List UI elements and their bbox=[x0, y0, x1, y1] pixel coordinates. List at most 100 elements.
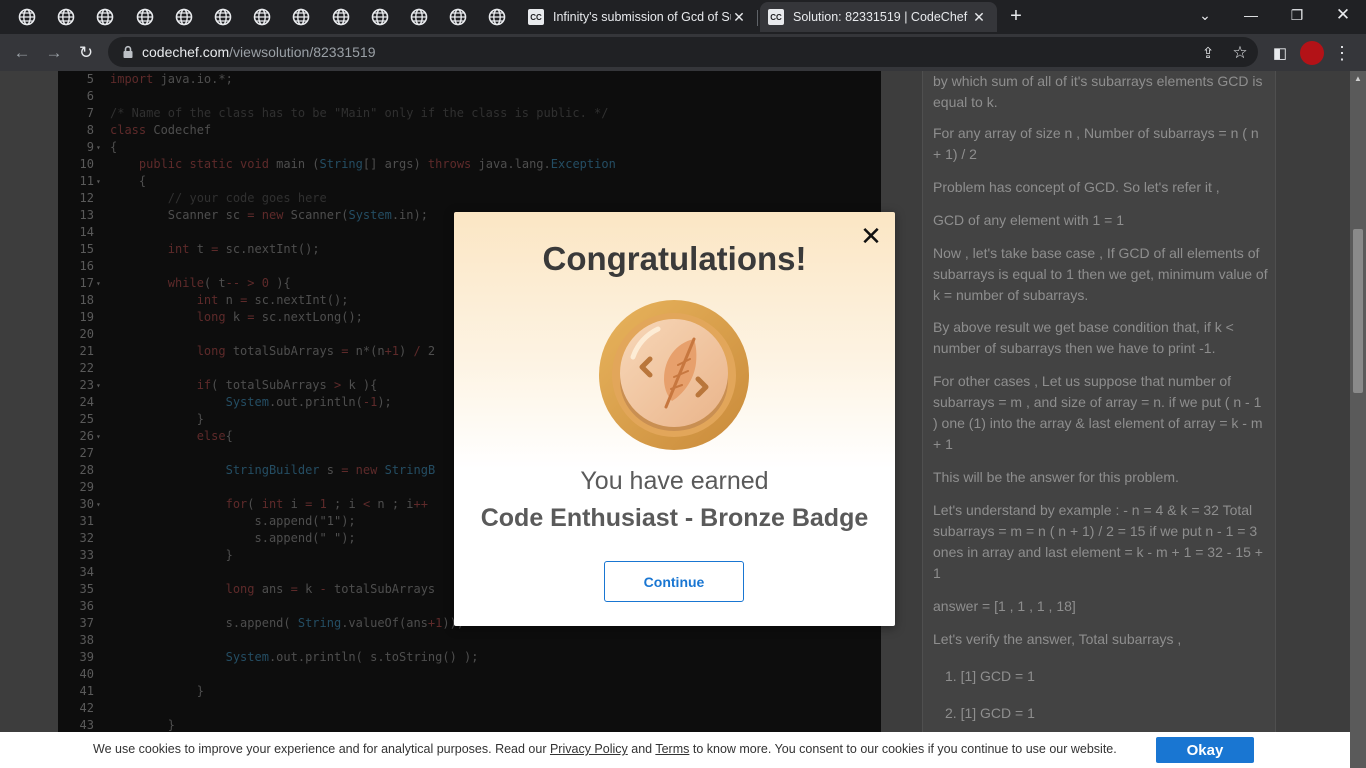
terms-link[interactable]: Terms bbox=[655, 742, 689, 756]
badge-earned-modal: ✕ Congratulations! You have earned Code … bbox=[454, 212, 895, 626]
line-number: 22 bbox=[79, 361, 94, 375]
code-text: for( int i = 1 ; i < n ; i++ bbox=[225, 497, 428, 511]
explanation-paragraph: by which sum of all of it's subarrays el… bbox=[933, 73, 1263, 110]
scroll-up-arrow-icon[interactable]: ▲ bbox=[1350, 71, 1366, 87]
explanation-paragraph: Now , let's take base case , If GCD of a… bbox=[933, 245, 1268, 303]
globe-tab-icon[interactable] bbox=[18, 8, 36, 26]
line-number: 12 bbox=[79, 191, 94, 205]
line-number: 8 bbox=[86, 123, 94, 137]
line-number: 30 bbox=[79, 497, 94, 511]
line-number: 21 bbox=[79, 344, 94, 358]
okay-button[interactable]: Okay bbox=[1156, 737, 1254, 763]
new-tab-button[interactable]: + bbox=[1005, 5, 1027, 27]
code-line: 7 /* Name of the class has to be "Main" o… bbox=[58, 105, 881, 122]
fold-arrow-icon[interactable]: ▾ bbox=[96, 139, 101, 156]
scroll-thumb[interactable] bbox=[1353, 229, 1363, 393]
globe-tab-icon[interactable] bbox=[292, 8, 310, 26]
fold-arrow-icon[interactable]: ▾ bbox=[96, 275, 101, 292]
code-text: Scanner sc = new Scanner(System.in); bbox=[110, 208, 428, 222]
code-text: int t = sc.nextInt(); bbox=[167, 242, 320, 256]
code-text: if( totalSubArrays > k ){ bbox=[196, 378, 378, 392]
line-number: 31 bbox=[79, 514, 94, 528]
code-text: StringBuilder s = new StringB bbox=[225, 463, 436, 477]
line-number: 29 bbox=[79, 480, 94, 494]
tab-search-chevron-icon[interactable]: ⌄ bbox=[1182, 0, 1228, 30]
share-icon[interactable]: ⇪ bbox=[1196, 41, 1220, 65]
line-number: 42 bbox=[79, 701, 94, 715]
line-number: 10 bbox=[79, 157, 94, 171]
restore-button[interactable]: ❐ bbox=[1274, 0, 1320, 30]
globe-tab-icon[interactable] bbox=[214, 8, 232, 26]
menu-kebab-icon[interactable]: ⋮ bbox=[1330, 41, 1354, 65]
close-tab-icon[interactable]: ✕ bbox=[731, 9, 747, 26]
list-item: 2. [1] GCD = 1 bbox=[945, 705, 1035, 721]
code-text: long ans = k - totalSubArrays bbox=[225, 582, 436, 596]
line-number: 20 bbox=[79, 327, 94, 341]
code-text: public static void main (String[] args) … bbox=[138, 157, 616, 171]
tab-title: Infinity's submission of Gcd of Su bbox=[553, 10, 731, 24]
line-number: 25 bbox=[79, 412, 94, 426]
codechef-favicon-icon: CC bbox=[528, 9, 544, 25]
globe-tab-icon[interactable] bbox=[449, 8, 467, 26]
line-number: 23 bbox=[79, 378, 94, 392]
line-number: 7 bbox=[86, 106, 94, 120]
code-text: /* Name of the class has to be "Main" on… bbox=[110, 106, 609, 120]
line-number: 17 bbox=[79, 276, 94, 290]
code-line: 5 import java.io.*; bbox=[58, 71, 881, 88]
explanation-paragraph: Let's understand by example : - n = 4 & … bbox=[933, 502, 1263, 581]
profile-avatar[interactable] bbox=[1300, 41, 1324, 65]
globe-tab-icon[interactable] bbox=[96, 8, 114, 26]
explanation-paragraph: This will be the answer for this problem… bbox=[933, 469, 1179, 485]
badge-name: Code Enthusiast - Bronze Badge bbox=[480, 504, 869, 532]
code-line: 11 ▾ { bbox=[58, 173, 881, 190]
globe-tab-icon[interactable] bbox=[332, 8, 350, 26]
back-arrow-icon[interactable]: ← bbox=[10, 41, 34, 65]
solution-explanation: by which sum of all of it's subarrays el… bbox=[922, 71, 1276, 768]
line-number: 11 bbox=[79, 174, 94, 188]
page-scrollbar[interactable]: ▲ bbox=[1350, 71, 1366, 768]
globe-tab-icon[interactable] bbox=[175, 8, 193, 26]
globe-tab-icon[interactable] bbox=[410, 8, 428, 26]
globe-tab-icon[interactable] bbox=[253, 8, 271, 26]
cookie-banner: We use cookies to improve your experienc… bbox=[0, 732, 1350, 768]
fold-arrow-icon[interactable]: ▾ bbox=[96, 428, 101, 445]
globe-tab-icon[interactable] bbox=[371, 8, 389, 26]
continue-button[interactable]: Continue bbox=[604, 561, 744, 602]
forward-arrow-icon[interactable]: → bbox=[42, 41, 66, 65]
line-number: 6 bbox=[86, 89, 94, 103]
bookmark-star-icon[interactable]: ☆ bbox=[1228, 41, 1252, 65]
globe-tab-icon[interactable] bbox=[136, 8, 154, 26]
side-panel-icon[interactable]: ◧ bbox=[1268, 41, 1292, 65]
close-tab-icon[interactable]: ✕ bbox=[971, 9, 987, 26]
code-text: { bbox=[110, 140, 118, 154]
close-window-button[interactable]: ✕ bbox=[1320, 0, 1366, 30]
code-text: long totalSubArrays = n*(n+1) / 2 bbox=[196, 344, 436, 358]
browser-tab-strip: CC Infinity's submission of Gcd of Su ✕ … bbox=[0, 0, 1366, 34]
line-number: 40 bbox=[79, 667, 94, 681]
url-host: codechef.com bbox=[142, 44, 230, 60]
explanation-paragraph: For other cases , Let us suppose that nu… bbox=[933, 373, 1263, 452]
globe-tab-icon[interactable] bbox=[57, 8, 75, 26]
cookie-text-and: and bbox=[627, 742, 656, 756]
reload-icon[interactable]: ↻ bbox=[74, 41, 98, 65]
tab-submission[interactable]: CC Infinity's submission of Gcd of Su ✕ bbox=[520, 2, 757, 32]
code-text: { bbox=[110, 174, 147, 188]
line-number: 14 bbox=[79, 225, 94, 239]
minimize-button[interactable]: — bbox=[1228, 0, 1274, 30]
code-text: else{ bbox=[196, 429, 233, 443]
line-number: 37 bbox=[79, 616, 94, 630]
code-line: 6 bbox=[58, 88, 881, 105]
fold-arrow-icon[interactable]: ▾ bbox=[96, 496, 101, 513]
code-text: // your code goes here bbox=[167, 191, 327, 205]
privacy-policy-link[interactable]: Privacy Policy bbox=[550, 742, 628, 756]
fold-arrow-icon[interactable]: ▾ bbox=[96, 377, 101, 394]
bronze-badge-icon bbox=[599, 300, 749, 450]
globe-tab-icon[interactable] bbox=[488, 8, 506, 26]
code-line: 42 bbox=[58, 700, 881, 717]
line-number: 18 bbox=[79, 293, 94, 307]
code-line: 12 // your code goes here bbox=[58, 190, 881, 207]
address-bar[interactable]: codechef.com/viewsolution/82331519 bbox=[108, 37, 1258, 67]
fold-arrow-icon[interactable]: ▾ bbox=[96, 173, 101, 190]
tab-solution[interactable]: CC Solution: 82331519 | CodeChef ✕ bbox=[760, 2, 997, 32]
line-number: 32 bbox=[79, 531, 94, 545]
